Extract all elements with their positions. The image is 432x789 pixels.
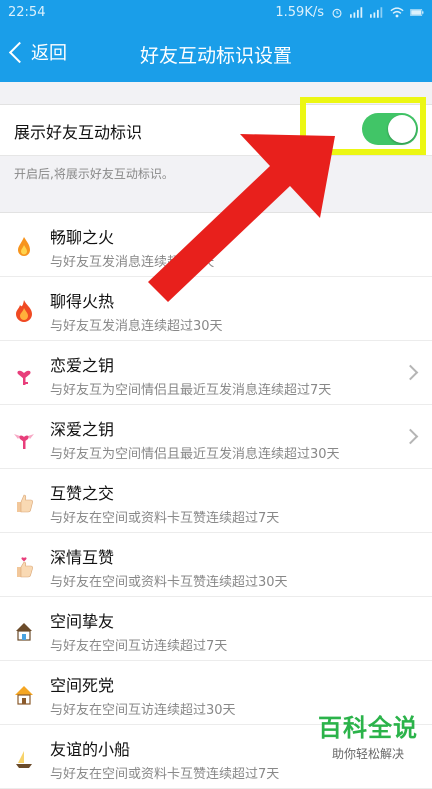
- chevron-right-icon: [402, 428, 419, 445]
- list-item: 互赞之交 与好友在空间或资料卡互赞连续超过7天: [0, 469, 432, 533]
- signal-icon-2: [370, 7, 383, 18]
- house-icon: [16, 623, 32, 641]
- item-title: 友谊的小船: [50, 740, 131, 759]
- item-title: 畅聊之火: [50, 228, 115, 247]
- pink-key-icon: [17, 370, 31, 385]
- wifi-icon: [390, 7, 404, 18]
- list-item: 聊得火热 与好友互发消息连续超过30天: [0, 277, 432, 341]
- item-title: 深情互赞: [50, 548, 115, 567]
- list-item: 空间挚友 与好友在空间互访连续超过7天: [0, 597, 432, 661]
- item-title: 空间死党: [50, 676, 115, 695]
- winged-key-icon: [14, 434, 34, 449]
- item-desc: 与好友在空间或资料卡互赞连续超过7天: [50, 767, 280, 782]
- list-item[interactable]: 深爱之钥 与好友互为空间情侣且最近互发消息连续超过30天: [0, 405, 432, 469]
- page-title: 好友互动标识设置: [139, 45, 292, 67]
- toggle-label: 展示好友互动标识: [14, 123, 143, 142]
- item-desc: 与好友在空间或资料卡互赞连续超过7天: [50, 511, 280, 526]
- network-speed: 1.59K/s: [275, 5, 324, 20]
- badge-list: 畅聊之火 与好友互发消息连续超过7天 聊得火热 与好友互发消息连续超过30天 恋…: [0, 212, 432, 789]
- watermark-subtitle: 助你轻松解决: [331, 747, 404, 761]
- watermark: 百科全说 助你轻松解决: [318, 708, 418, 762]
- item-title: 空间挚友: [50, 612, 115, 631]
- item-desc: 与好友互发消息连续超过7天: [50, 255, 215, 270]
- list-item[interactable]: 恋爱之钥 与好友互为空间情侣且最近互发消息连续超过7天: [0, 341, 432, 405]
- signal-icon: [350, 7, 363, 18]
- item-desc: 与好友互为空间情侣且最近互发消息连续超过7天: [50, 383, 332, 398]
- list-item: 深情互赞 与好友在空间或资料卡互赞连续超过30天: [0, 533, 432, 597]
- battery-icon: [410, 9, 424, 16]
- list-item: 畅聊之火 与好友互发消息连续超过7天: [0, 213, 432, 277]
- big-flame-icon: [16, 300, 32, 322]
- highlight-box: [300, 97, 426, 155]
- watermark-title: 百科全说: [318, 714, 418, 742]
- item-title: 恋爱之钥: [50, 356, 115, 375]
- flame-icon: [18, 237, 30, 256]
- toggle-hint: 开启后,将展示好友互动标识。: [14, 167, 174, 181]
- house-roof-icon: [15, 686, 33, 705]
- item-desc: 与好友在空间互访连续超过7天: [50, 639, 228, 654]
- chevron-right-icon: [402, 364, 419, 381]
- item-desc: 与好友在空间互访连续超过30天: [50, 703, 236, 718]
- item-desc: 与好友在空间或资料卡互赞连续超过30天: [50, 575, 288, 590]
- boat-icon: [16, 751, 32, 768]
- status-bar: 22:54 1.59K/s: [0, 0, 432, 26]
- status-right: 1.59K/s: [275, 5, 424, 20]
- thumbs-up-icon: [17, 494, 33, 513]
- item-desc: 与好友互发消息连续超过30天: [50, 319, 223, 334]
- item-title: 互赞之交: [50, 484, 115, 503]
- item-desc: 与好友互为空间情侣且最近互发消息连续超过30天: [50, 447, 340, 462]
- status-time: 22:54: [8, 5, 46, 20]
- item-title: 深爱之钥: [50, 420, 115, 439]
- alarm-icon: [332, 8, 342, 18]
- thumbs-up-heart-icon: [17, 557, 33, 578]
- item-title: 聊得火热: [50, 292, 115, 311]
- nav-bar: 返回 好友互动标识设置: [0, 26, 432, 82]
